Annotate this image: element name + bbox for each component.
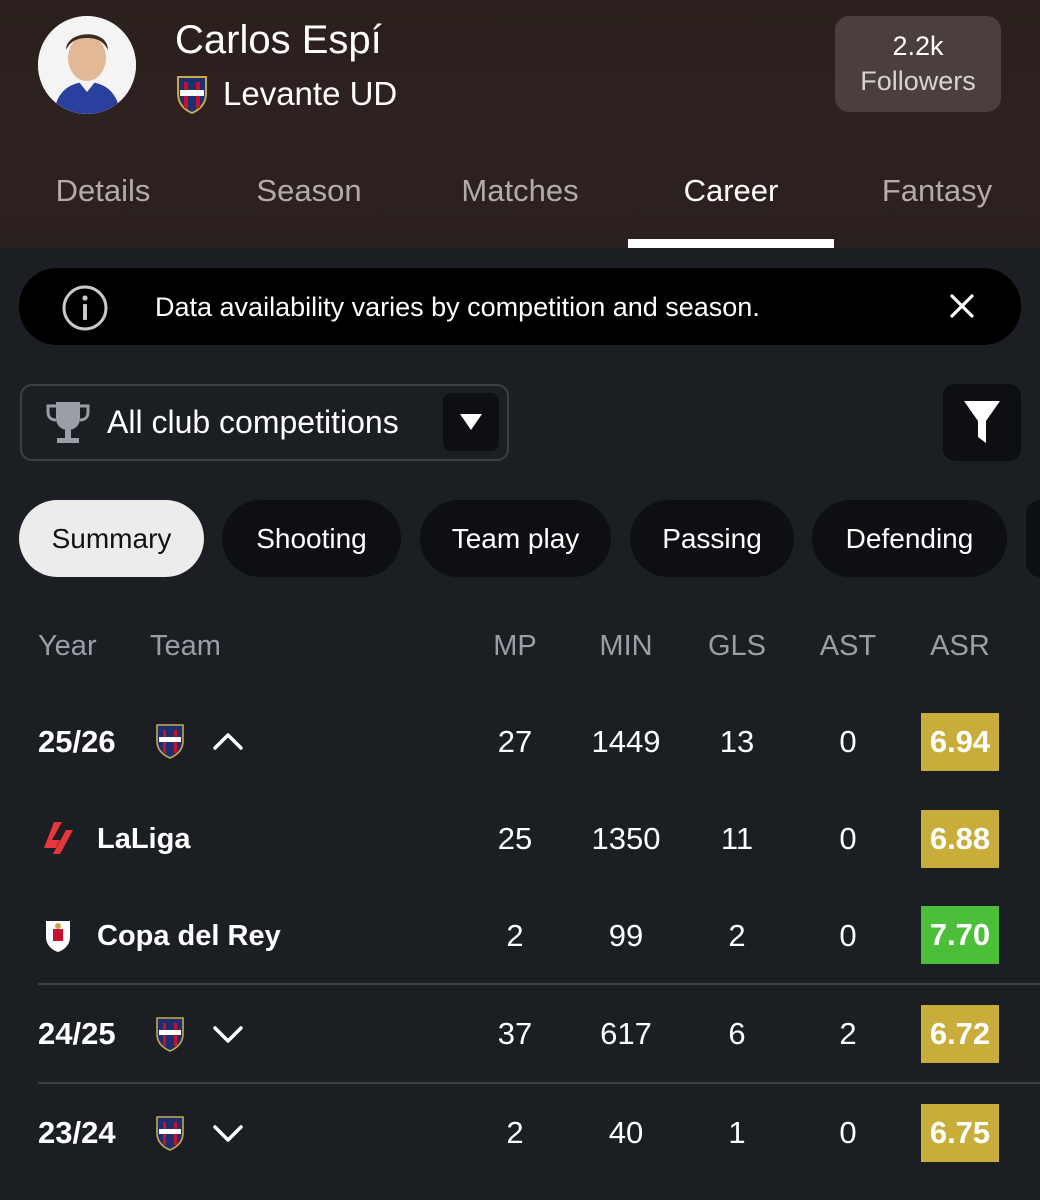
asr-rating-badge: 6.94 (921, 713, 999, 771)
row-divider (38, 1082, 1040, 1084)
chip-team-play[interactable]: Team play (420, 500, 611, 577)
chip-shooting[interactable]: Shooting (222, 500, 401, 577)
tab-matches[interactable]: Matches (417, 160, 623, 248)
chevron-down-icon[interactable] (212, 1024, 244, 1046)
chip-defending[interactable]: Defending (812, 500, 1007, 577)
competition-label: Copa del Rey (97, 920, 281, 952)
cell-gls: 6 (728, 1016, 746, 1051)
banner-text: Data availability varies by competition … (155, 292, 760, 322)
info-icon (62, 285, 108, 331)
col-header-ast: AST (819, 630, 877, 662)
caret-down-icon (460, 414, 482, 430)
filter-button[interactable] (943, 384, 1021, 461)
cell-gls: 2 (728, 918, 746, 953)
competition-label: LaLiga (97, 823, 191, 855)
profile-tabs: Details Season Matches Career Fantasy (0, 160, 1040, 248)
player-name: Carlos Espí (175, 18, 382, 62)
cell-min: 1350 (591, 821, 661, 856)
col-header-asr: ASR (930, 630, 990, 662)
cell-min: 617 (600, 1016, 652, 1051)
chevron-up-icon[interactable] (212, 730, 244, 752)
levante-crest-icon (156, 1116, 184, 1151)
chip-summary[interactable]: Summary (19, 500, 204, 577)
cell-ast: 0 (839, 918, 857, 953)
col-header-year: Year (38, 630, 97, 662)
chip-passing[interactable]: Passing (630, 500, 794, 577)
season-label: 24/25 (38, 1016, 116, 1051)
competition-select-value: All club competitions (107, 404, 399, 440)
col-header-min: MIN (599, 630, 653, 662)
copa-del-rey-logo-icon (46, 921, 70, 952)
tab-fantasy[interactable]: Fantasy (834, 160, 1040, 248)
cell-ast: 0 (839, 724, 857, 759)
close-icon[interactable] (944, 288, 980, 324)
laliga-logo-icon (44, 822, 73, 854)
cell-mp: 2 (506, 918, 524, 953)
asr-rating-badge: 6.88 (921, 810, 999, 868)
levante-crest-icon (156, 724, 184, 759)
followers-label: Followers (860, 66, 976, 96)
asr-rating-badge: 6.75 (921, 1104, 999, 1162)
cell-mp: 27 (497, 724, 533, 759)
team-name: Levante UD (223, 75, 398, 112)
cell-ast: 0 (839, 821, 857, 856)
cell-min: 40 (608, 1115, 644, 1150)
tab-career[interactable]: Career (628, 160, 834, 248)
season-label: 23/24 (38, 1115, 116, 1150)
tab-details[interactable]: Details (0, 160, 206, 248)
chip-more[interactable] (1026, 500, 1040, 577)
dropdown-caret-button[interactable] (443, 393, 499, 451)
player-header: Carlos Espí Levante UD 2.2k Followers De… (0, 0, 1040, 248)
followers-button[interactable]: 2.2k Followers (835, 16, 1001, 112)
col-header-gls: GLS (707, 630, 767, 662)
asr-rating-badge: 7.70 (921, 906, 999, 964)
season-label: 25/26 (38, 724, 116, 759)
player-team[interactable]: Levante UD (175, 72, 397, 116)
cell-mp: 25 (497, 821, 533, 856)
levante-crest-icon (156, 1017, 184, 1052)
filter-icon (964, 400, 1000, 443)
cell-gls: 11 (720, 821, 754, 856)
player-avatar (38, 16, 136, 114)
cell-min: 1449 (591, 724, 661, 759)
followers-count: 2.2k (892, 31, 944, 61)
trophy-icon (46, 402, 90, 443)
asr-rating-badge: 6.72 (921, 1005, 999, 1063)
cell-gls: 1 (728, 1115, 746, 1150)
cell-ast: 2 (839, 1016, 857, 1051)
col-header-mp: MP (493, 630, 537, 662)
cell-mp: 2 (506, 1115, 524, 1150)
chevron-down-icon[interactable] (212, 1123, 244, 1145)
levante-crest-icon (177, 76, 207, 114)
cell-ast: 0 (839, 1115, 857, 1150)
cell-gls: 13 (719, 724, 755, 759)
tab-season[interactable]: Season (206, 160, 412, 248)
row-divider (38, 983, 1040, 985)
cell-min: 99 (608, 918, 644, 953)
active-tab-indicator (628, 239, 834, 248)
col-header-team: Team (150, 630, 221, 662)
cell-mp: 37 (497, 1016, 533, 1051)
